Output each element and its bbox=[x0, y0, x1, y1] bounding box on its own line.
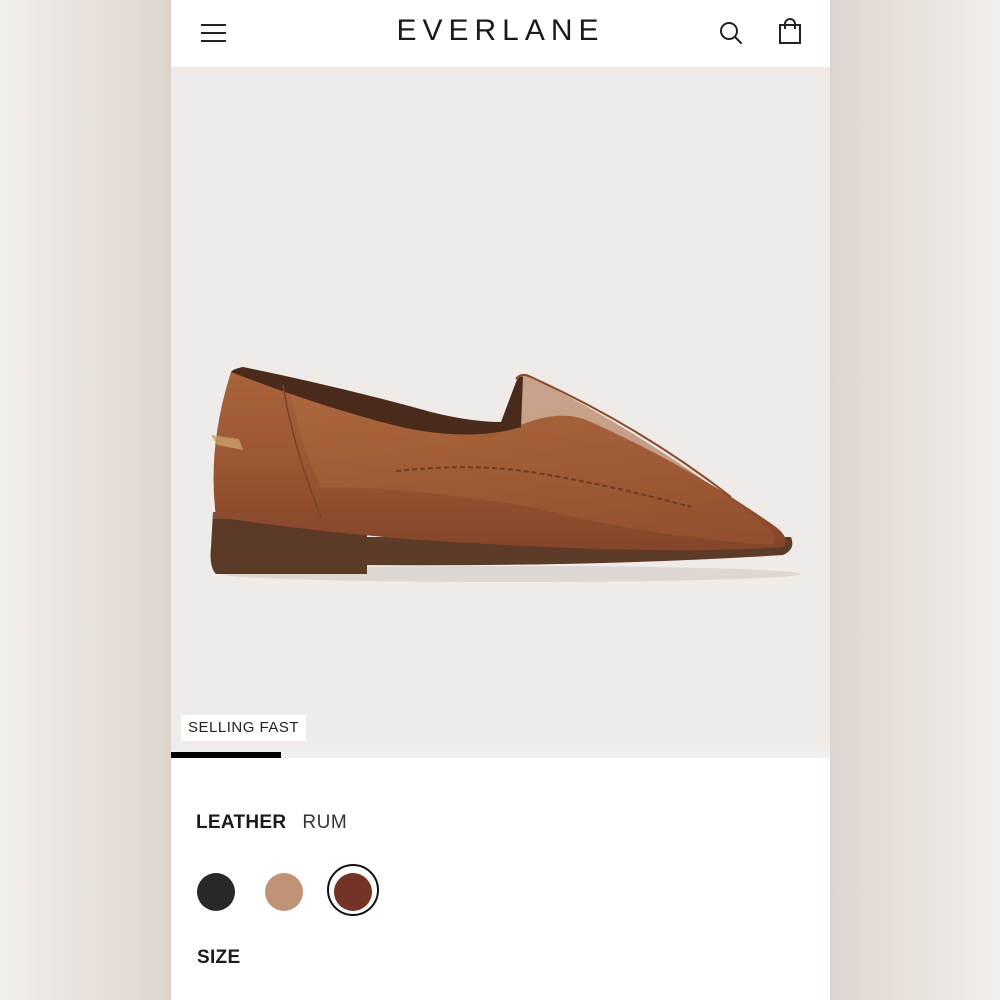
color-swatch[interactable] bbox=[334, 873, 372, 911]
bag-icon[interactable] bbox=[777, 18, 803, 46]
backdrop-right bbox=[829, 0, 1000, 1000]
color-selector-label: LEATHER RUM bbox=[196, 812, 347, 834]
loafer-image bbox=[210, 367, 801, 582]
backdrop-left bbox=[0, 0, 171, 1000]
header: EVERLANE bbox=[171, 0, 830, 67]
size-label: SIZE bbox=[197, 947, 241, 968]
color-swatch[interactable] bbox=[197, 873, 235, 911]
selling-fast-badge: SELLING FAST bbox=[181, 715, 307, 741]
selected-color-name: RUM bbox=[302, 812, 348, 833]
product-page: EVERLANE SELLING FAST LEATHER RUM SIZE bbox=[171, 0, 830, 1000]
leather-label: LEATHER bbox=[196, 812, 287, 833]
search-icon[interactable] bbox=[718, 20, 744, 46]
gallery-progress-fill bbox=[171, 752, 282, 758]
product-image[interactable]: SELLING FAST bbox=[171, 67, 830, 750]
color-swatch[interactable] bbox=[265, 873, 303, 911]
